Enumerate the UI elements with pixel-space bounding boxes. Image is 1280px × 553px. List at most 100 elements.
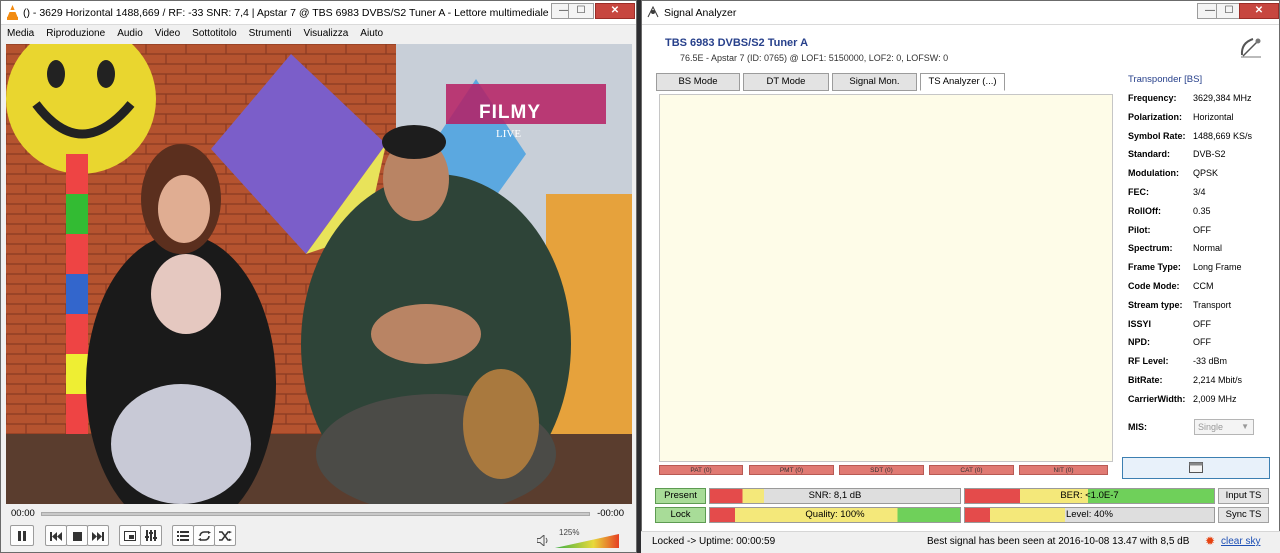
snr-label: SNR: 8,1 dB bbox=[808, 490, 862, 501]
tuner-header: TBS 6983 DVBS/S2 Tuner A 76.5E - Apstar … bbox=[642, 25, 1279, 71]
time-remaining: -00:00 bbox=[597, 508, 624, 519]
property-value: 1488,669 KS/s bbox=[1193, 130, 1253, 141]
input-ts-button[interactable]: Input TS bbox=[1218, 488, 1269, 504]
menu-strumenti[interactable]: Strumenti bbox=[243, 25, 298, 39]
pid-nit[interactable]: NIT (0) bbox=[1019, 465, 1108, 475]
property-key: Stream type: bbox=[1128, 299, 1183, 310]
property-row: Polarization: Horizontal bbox=[1128, 112, 1278, 128]
pid-cat[interactable]: CAT (0) bbox=[929, 465, 1014, 475]
playback-controls: 125% bbox=[1, 521, 636, 552]
loop-button[interactable] bbox=[193, 525, 215, 546]
fullscreen-button[interactable] bbox=[119, 525, 141, 546]
speaker-icon[interactable] bbox=[537, 535, 549, 546]
present-indicator: Present bbox=[655, 488, 706, 504]
ber-meter: BER: <1.0E-7 bbox=[964, 488, 1215, 504]
property-key: Frequency: bbox=[1128, 93, 1177, 103]
menu-sottotitolo[interactable]: Sottotitolo bbox=[186, 25, 242, 39]
extended-settings-button[interactable] bbox=[140, 525, 162, 546]
menu-aiuto[interactable]: Aiuto bbox=[354, 25, 389, 39]
lock-indicator: Lock bbox=[655, 507, 706, 523]
property-key: Polarization: bbox=[1128, 111, 1183, 122]
property-value: Long Frame bbox=[1193, 262, 1242, 273]
ts-analyzer-panel bbox=[659, 94, 1113, 462]
extended-settings-icon bbox=[145, 530, 157, 541]
property-key: Spectrum: bbox=[1128, 243, 1173, 254]
chevron-down-icon: ▼ bbox=[1241, 422, 1249, 431]
loop-icon bbox=[197, 531, 211, 541]
property-key: Symbol Rate: bbox=[1128, 130, 1186, 141]
menu-visualizza[interactable]: Visualizza bbox=[297, 25, 354, 39]
previous-button[interactable] bbox=[45, 525, 67, 546]
menu-media[interactable]: Media bbox=[1, 25, 40, 39]
next-button[interactable] bbox=[87, 525, 109, 546]
property-row: Pilot: OFF bbox=[1128, 225, 1278, 241]
pause-icon bbox=[18, 531, 26, 541]
property-key: RollOff: bbox=[1128, 205, 1161, 216]
pid-sdt[interactable]: SDT (0) bbox=[839, 465, 924, 475]
volume-slider[interactable] bbox=[555, 528, 619, 548]
property-value: OFF bbox=[1193, 318, 1211, 329]
level-label: Level: 40% bbox=[1065, 509, 1113, 520]
mis-label: MIS: bbox=[1128, 422, 1147, 432]
property-key: RF Level: bbox=[1128, 356, 1169, 367]
next-icon bbox=[92, 532, 104, 541]
property-value: 3629,384 MHz bbox=[1193, 93, 1252, 103]
sa-titlebar[interactable]: Signal Analyzer — ☐ ✕ bbox=[642, 1, 1279, 25]
vlc-window-title: () - 3629 Horizontal 1488,669 / RF: -33 … bbox=[23, 7, 572, 19]
shuffle-button[interactable] bbox=[214, 525, 236, 546]
tab-dt-mode[interactable]: DT Mode bbox=[743, 73, 829, 91]
property-row: ISSYI OFF bbox=[1128, 319, 1278, 335]
property-row: Frame Type: Long Frame bbox=[1128, 262, 1278, 278]
property-row: Frequency: 3629,384 MHz bbox=[1128, 93, 1278, 109]
property-row: NPD: OFF bbox=[1128, 337, 1278, 353]
playlist-icon bbox=[177, 531, 189, 541]
status-best-signal: Best signal has been seen at 2016-10-08 … bbox=[927, 536, 1190, 547]
property-row: CarrierWidth: 2,009 MHz bbox=[1128, 394, 1278, 410]
menu-riproduzione[interactable]: Riproduzione bbox=[40, 25, 111, 39]
mis-select-value: Single bbox=[1198, 422, 1224, 432]
volume-fill bbox=[555, 534, 619, 548]
vlc-window: () - 3629 Horizontal 1488,669 / RF: -33 … bbox=[0, 0, 637, 553]
property-key: BitRate: bbox=[1128, 375, 1163, 385]
menu-video[interactable]: Video bbox=[149, 25, 186, 39]
property-value: OFF bbox=[1193, 337, 1211, 348]
tab-signal-mon[interactable]: Signal Mon. bbox=[832, 73, 917, 91]
maximize-button[interactable]: ☐ bbox=[568, 3, 594, 19]
menu-audio[interactable]: Audio bbox=[111, 25, 149, 39]
property-key: Standard: bbox=[1128, 149, 1171, 160]
video-frame[interactable]: FILMY LIVE bbox=[6, 44, 632, 504]
pid-pat[interactable]: PAT (0) bbox=[659, 465, 743, 475]
transponder-header: Transponder [BS] bbox=[1128, 74, 1203, 85]
property-row: BitRate: 2,214 Mbit/s bbox=[1128, 375, 1278, 391]
pid-pmt[interactable]: PMT (0) bbox=[749, 465, 834, 475]
tab-ts-analyzer[interactable]: TS Analyzer (...) bbox=[920, 73, 1005, 91]
vlc-cone-icon bbox=[7, 5, 18, 20]
stop-icon bbox=[72, 532, 82, 541]
property-value: Transport bbox=[1193, 299, 1232, 310]
status-locked-uptime: Locked -> Uptime: 00:00:59 bbox=[652, 536, 776, 547]
property-row: Modulation: QPSK bbox=[1128, 168, 1278, 184]
sun-icon: ✹ bbox=[1205, 534, 1216, 548]
window-icon bbox=[1189, 462, 1203, 473]
property-row: Spectrum: Normal bbox=[1128, 243, 1278, 259]
vlc-titlebar[interactable]: () - 3629 Horizontal 1488,669 / RF: -33 … bbox=[1, 1, 636, 25]
ts-capture-button[interactable] bbox=[1122, 457, 1270, 479]
tab-bs-mode[interactable]: BS Mode bbox=[656, 73, 740, 91]
property-value: 2,009 MHz bbox=[1193, 393, 1237, 404]
close-button[interactable]: ✕ bbox=[595, 3, 635, 19]
property-value: 2,214 Mbit/s bbox=[1193, 375, 1243, 385]
channel-logo-subtext: LIVE bbox=[496, 128, 522, 140]
playlist-button[interactable] bbox=[172, 525, 194, 546]
quality-meter: Quality: 100% bbox=[709, 507, 961, 523]
sync-ts-button[interactable]: Sync TS bbox=[1218, 507, 1269, 523]
sa-close-button[interactable]: ✕ bbox=[1239, 3, 1279, 19]
status-clear-sky-link[interactable]: clear sky bbox=[1221, 536, 1260, 547]
mis-select[interactable]: Single ▼ bbox=[1194, 419, 1254, 435]
property-row: Symbol Rate: 1488,669 KS/s bbox=[1128, 131, 1278, 147]
property-row: Code Mode: CCM bbox=[1128, 281, 1278, 297]
previous-icon bbox=[50, 532, 62, 541]
stop-button[interactable] bbox=[66, 525, 88, 546]
quality-label: Quality: 100% bbox=[805, 509, 865, 520]
pause-button[interactable] bbox=[10, 525, 34, 546]
seek-slider[interactable] bbox=[41, 512, 590, 516]
